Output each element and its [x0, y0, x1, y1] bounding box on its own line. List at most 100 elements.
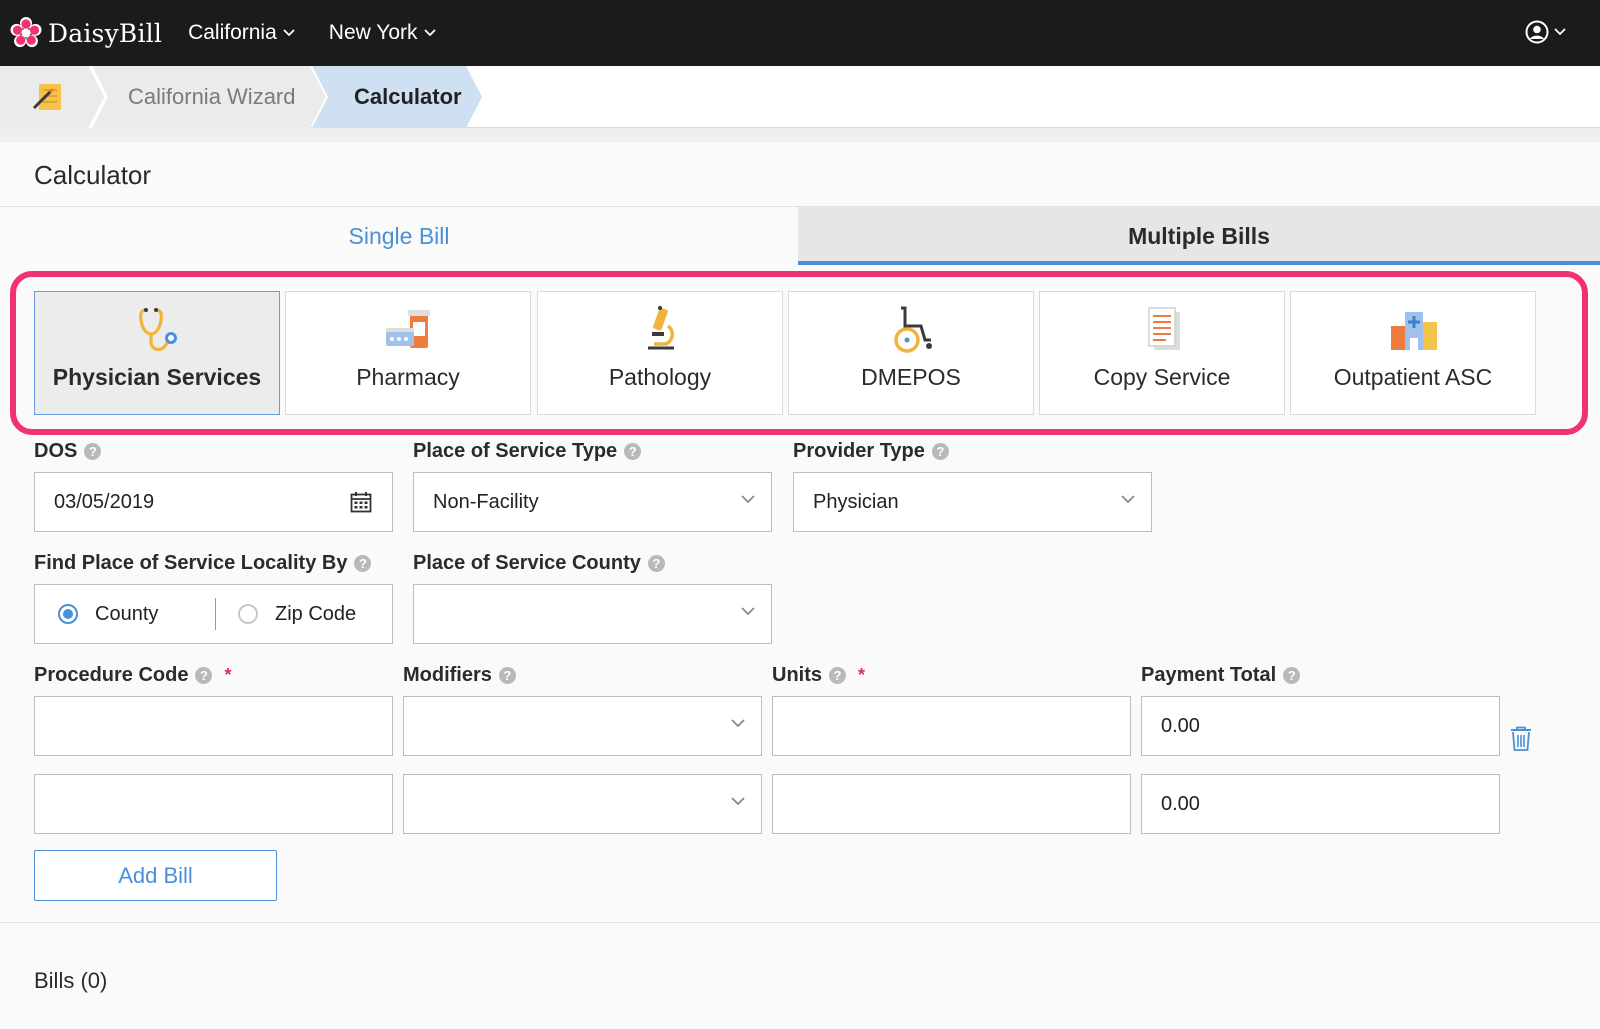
radio-selected-icon — [58, 604, 78, 624]
service-outpatient-asc[interactable]: Outpatient ASC — [1290, 291, 1536, 415]
chevron-down-icon — [423, 29, 436, 37]
help-icon[interactable]: ? — [195, 667, 213, 684]
breadcrumb-calculator[interactable]: Calculator — [354, 66, 462, 128]
payment-total-label: Payment Total ? — [1141, 664, 1301, 687]
tab-single-bill[interactable]: Single Bill — [0, 207, 798, 265]
provider-type-select[interactable]: Physician — [793, 472, 1152, 532]
label-text: Place of Service County — [413, 552, 641, 574]
calendar-icon[interactable] — [350, 491, 372, 513]
place-of-service-type-label: Place of Service Type ? — [413, 440, 642, 463]
help-icon[interactable]: ? — [829, 667, 846, 684]
nav-item-label: California — [188, 21, 277, 44]
label-text: Units — [772, 664, 822, 686]
units-label: Units ? * — [772, 664, 865, 687]
required-mark: * — [858, 665, 866, 685]
find-locality-label: Find Place of Service Locality By ? — [34, 552, 372, 575]
service-label: Pathology — [608, 364, 712, 390]
document-copy-icon — [1148, 307, 1180, 350]
payment-total-value: 0.00 — [1161, 793, 1200, 815]
provider-type-label: Provider Type ? — [793, 440, 949, 463]
label-text: Payment Total — [1141, 664, 1277, 686]
service-label: DMEPOS — [861, 364, 961, 390]
payment-total-value: 0.00 — [1161, 715, 1200, 737]
service-pathology[interactable]: Pathology — [537, 291, 783, 415]
service-label: Copy Service — [1093, 364, 1231, 390]
logo[interactable]: DaisyBill — [10, 17, 162, 49]
payment-total-field: 0.00 — [1141, 696, 1500, 756]
modifiers-select[interactable] — [403, 774, 762, 834]
place-of-service-county-label: Place of Service County ? — [413, 552, 665, 575]
service-copy-service[interactable]: Copy Service — [1039, 291, 1285, 415]
stethoscope-icon — [139, 308, 177, 352]
units-input[interactable] — [772, 696, 1131, 756]
dos-label: DOS ? — [34, 440, 102, 463]
service-dmepos[interactable]: DMEPOS — [788, 291, 1034, 415]
label-text: Find Place of Service Locality By — [34, 552, 348, 574]
app-name: DaisyBill — [48, 18, 163, 48]
procedure-code-input[interactable] — [34, 696, 393, 756]
nav-california[interactable]: California — [188, 21, 295, 45]
trash-icon[interactable] — [1510, 726, 1532, 752]
modifiers-label: Modifiers ? — [403, 664, 516, 687]
dos-input[interactable]: 03/05/2019 — [34, 472, 393, 532]
radio-unselected-icon — [238, 604, 258, 624]
bills-count: Bills (0) — [34, 968, 108, 993]
find-locality-radio-group: County Zip Code — [34, 584, 393, 644]
label-text: Provider Type — [793, 440, 925, 462]
breadcrumb-california-wizard[interactable]: California Wizard — [128, 66, 296, 128]
select-value: Non-Facility — [433, 491, 539, 513]
add-bill-button[interactable]: Add Bill — [34, 850, 277, 901]
help-icon[interactable]: ? — [354, 555, 372, 572]
place-of-service-type-select[interactable]: Non-Facility — [413, 472, 772, 532]
radio-county[interactable]: County — [58, 585, 158, 643]
chevron-down-icon — [731, 719, 745, 728]
help-icon[interactable]: ? — [647, 555, 665, 572]
modifiers-select[interactable] — [403, 696, 762, 756]
chevron-down-icon — [731, 797, 745, 806]
radio-divider — [215, 598, 216, 630]
service-pharmacy[interactable]: Pharmacy — [285, 291, 531, 415]
dos-label-text: DOS — [34, 440, 78, 462]
page-title: Calculator — [34, 160, 152, 190]
pill-bottle-icon — [386, 310, 430, 348]
service-label: Physician Services — [52, 364, 262, 390]
label-text: Place of Service Type — [413, 440, 618, 462]
dos-value: 03/05/2019 — [54, 491, 155, 513]
section-divider — [0, 922, 1600, 923]
top-navbar: DaisyBill California New York — [0, 0, 1600, 66]
chevron-down-icon — [741, 607, 755, 616]
chevron-down-icon — [741, 495, 755, 504]
procedure-code-label: Procedure Code ? * — [34, 664, 232, 687]
service-label: Outpatient ASC — [1333, 364, 1493, 390]
user-menu[interactable] — [1525, 20, 1566, 44]
place-of-service-county-select[interactable] — [413, 584, 772, 644]
radio-label: Zip Code — [275, 603, 357, 625]
radio-zip-code[interactable]: Zip Code — [238, 585, 356, 643]
wheelchair-icon — [894, 306, 932, 353]
select-value: Physician — [813, 491, 899, 513]
nav-new-york[interactable]: New York — [329, 21, 436, 45]
radio-label: County — [95, 603, 159, 625]
tab-multiple-bills[interactable]: Multiple Bills — [798, 207, 1600, 265]
pencil-note-icon[interactable] — [30, 80, 66, 114]
chevron-down-icon — [283, 29, 295, 37]
help-icon[interactable]: ? — [1283, 667, 1301, 684]
chevron-down-icon — [1554, 28, 1566, 36]
help-icon[interactable]: ? — [84, 443, 102, 460]
procedure-code-input[interactable] — [34, 774, 393, 834]
payment-total-field: 0.00 — [1141, 774, 1500, 834]
required-mark: * — [224, 665, 232, 685]
hospital-icon — [1391, 312, 1437, 350]
help-icon[interactable]: ? — [931, 443, 949, 460]
header-spacer — [0, 128, 1600, 142]
daisy-logo-icon — [10, 17, 42, 48]
nav-item-label: New York — [328, 21, 418, 44]
help-icon[interactable]: ? — [498, 667, 516, 684]
units-input[interactable] — [772, 774, 1131, 834]
help-icon[interactable]: ? — [624, 443, 642, 460]
service-physician-services[interactable]: Physician Services — [34, 291, 280, 415]
chevron-down-icon — [1121, 495, 1135, 504]
label-text: Modifiers — [403, 664, 492, 686]
breadcrumb: California Wizard Calculator — [0, 66, 1600, 128]
label-text: Procedure Code — [34, 664, 189, 686]
